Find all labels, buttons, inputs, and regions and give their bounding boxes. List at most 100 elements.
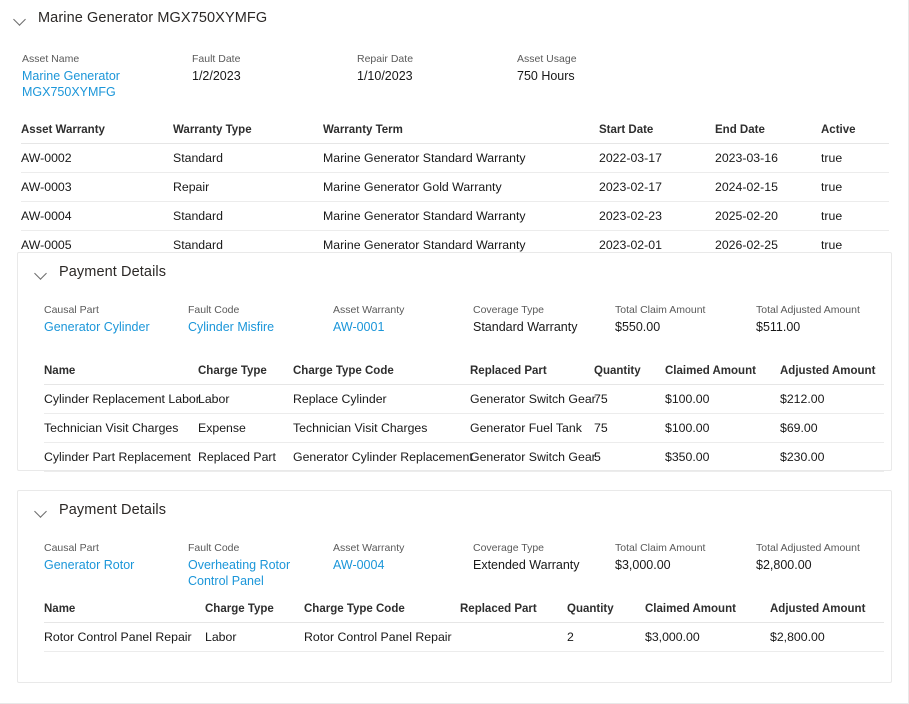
- cell-charge-type-code: Generator Cylinder Replacement: [293, 443, 470, 472]
- asset-warranty-link[interactable]: AW-0001: [333, 319, 404, 335]
- field-repair-date: Repair Date 1/10/2023: [357, 52, 413, 84]
- cell-warranty-term-link[interactable]: Marine Generator Standard Warranty: [323, 202, 599, 231]
- table-row: Cylinder Replacement Labor Labor Replace…: [44, 385, 884, 414]
- table-row: Technician Visit Charges Expense Technic…: [44, 414, 884, 443]
- payment-details-card-2: Payment Details Causal Part Generator Ro…: [17, 490, 892, 683]
- table-row: AW-0004 Standard Marine Generator Standa…: [21, 202, 889, 231]
- field-value: 750 Hours: [517, 68, 577, 84]
- payment-details-2-header[interactable]: Payment Details: [35, 502, 166, 518]
- column-header-quantity: Quantity: [594, 365, 665, 385]
- column-header-adjusted-amount: Adjusted Amount: [770, 603, 884, 623]
- field-total-adjusted-amount: Total Adjusted Amount $2,800.00: [756, 541, 860, 573]
- field-asset-warranty: Asset Warranty AW-0001: [333, 303, 404, 335]
- cell-quantity: 75: [594, 414, 665, 443]
- field-label: Causal Part: [44, 541, 134, 555]
- cell-start-date: 2023-02-23: [599, 202, 715, 231]
- cell-quantity: 75: [594, 385, 665, 414]
- field-coverage-type: Coverage Type Standard Warranty: [473, 303, 577, 335]
- chevron-down-icon[interactable]: [35, 266, 48, 279]
- field-fault-date: Fault Date 1/2/2023: [192, 52, 241, 84]
- cell-end-date: 2025-02-20: [715, 202, 821, 231]
- column-header-start-date: Start Date: [599, 124, 715, 144]
- column-header-warranty-type: Warranty Type: [173, 124, 323, 144]
- field-label: Coverage Type: [473, 303, 577, 317]
- table-row: AW-0003 Repair Marine Generator Gold War…: [21, 173, 889, 202]
- cell-asset-warranty-link[interactable]: AW-0003: [21, 173, 173, 202]
- cell-charge-type-code: Replace Cylinder: [293, 385, 470, 414]
- cell-charge-type: Labor: [205, 623, 304, 652]
- chevron-down-icon[interactable]: [14, 12, 27, 25]
- column-header-name: Name: [44, 365, 198, 385]
- cell-replaced-part: Generator Switch Gear: [470, 385, 594, 414]
- field-label: Causal Part: [44, 303, 150, 317]
- cell-warranty-term-link[interactable]: Marine Generator Gold Warranty: [323, 173, 599, 202]
- asset-warranty-link[interactable]: AW-0004: [333, 557, 404, 573]
- fault-code-link[interactable]: Cylinder Misfire: [188, 319, 274, 335]
- column-header-charge-type: Charge Type: [198, 365, 293, 385]
- cell-claimed-amount: $100.00: [665, 385, 780, 414]
- field-label: Fault Code: [188, 541, 313, 555]
- cell-adjusted-amount: $212.00: [780, 385, 884, 414]
- field-label: Total Claim Amount: [615, 303, 705, 317]
- field-value: Extended Warranty: [473, 557, 580, 573]
- column-header-name: Name: [44, 603, 205, 623]
- field-fault-code: Fault Code Cylinder Misfire: [188, 303, 274, 335]
- field-label: Total Adjusted Amount: [756, 541, 860, 555]
- column-header-claimed-amount: Claimed Amount: [665, 365, 780, 385]
- asset-warranty-table: Asset Warranty Warranty Type Warranty Te…: [21, 124, 889, 260]
- column-header-charge-type-code: Charge Type Code: [293, 365, 470, 385]
- field-total-adjusted-amount: Total Adjusted Amount $511.00: [756, 303, 860, 335]
- cell-quantity: 2: [567, 623, 645, 652]
- asset-section-header[interactable]: Marine Generator MGX750XYMFG: [14, 10, 267, 26]
- fault-code-link[interactable]: Overheating Rotor Control Panel: [188, 557, 313, 589]
- cell-name-link[interactable]: Rotor Control Panel Repair: [44, 623, 205, 652]
- field-label: Asset Warranty: [333, 303, 404, 317]
- field-value: 1/10/2023: [357, 68, 413, 84]
- cell-charge-type: Labor: [198, 385, 293, 414]
- cell-warranty-term-link[interactable]: Marine Generator Standard Warranty: [323, 144, 599, 173]
- field-asset-usage: Asset Usage 750 Hours: [517, 52, 577, 84]
- cell-name-link[interactable]: Cylinder Part Replacement: [44, 443, 198, 472]
- cell-end-date: 2024-02-15: [715, 173, 821, 202]
- field-total-claim-amount: Total Claim Amount $550.00: [615, 303, 705, 335]
- chevron-down-icon[interactable]: [35, 504, 48, 517]
- payment-details-2-title: Payment Details: [59, 502, 166, 518]
- cell-active: true: [821, 202, 889, 231]
- asset-field-group: Asset Name Marine Generator MGX750XYMFG …: [0, 52, 909, 108]
- payment-details-card-1: Payment Details Causal Part Generator Cy…: [17, 252, 892, 471]
- cell-asset-warranty-link[interactable]: AW-0002: [21, 144, 173, 173]
- field-value: $3,000.00: [615, 557, 705, 573]
- field-label: Coverage Type: [473, 541, 580, 555]
- field-fault-code: Fault Code Overheating Rotor Control Pan…: [188, 541, 313, 589]
- payment-details-1-header[interactable]: Payment Details: [35, 264, 166, 280]
- cell-active: true: [821, 173, 889, 202]
- field-value: Standard Warranty: [473, 319, 577, 335]
- cell-claimed-amount: $3,000.00: [645, 623, 770, 652]
- field-label: Asset Name: [22, 52, 142, 66]
- field-value: $550.00: [615, 319, 705, 335]
- field-label: Fault Code: [188, 303, 274, 317]
- column-header-end-date: End Date: [715, 124, 821, 144]
- cell-charge-type: Expense: [198, 414, 293, 443]
- cell-charge-type: Replaced Part: [198, 443, 293, 472]
- cell-warranty-type: Standard: [173, 202, 323, 231]
- cell-name-link[interactable]: Cylinder Replacement Labor: [44, 385, 198, 414]
- claim-detail-page: Marine Generator MGX750XYMFG Asset Name …: [0, 0, 909, 704]
- causal-part-link[interactable]: Generator Rotor: [44, 557, 134, 573]
- column-header-active: Active: [821, 124, 889, 144]
- table-header-row: Asset Warranty Warranty Type Warranty Te…: [21, 124, 889, 144]
- table-header-row: Name Charge Type Charge Type Code Replac…: [44, 603, 884, 623]
- field-coverage-type: Coverage Type Extended Warranty: [473, 541, 580, 573]
- cell-claimed-amount: $350.00: [665, 443, 780, 472]
- causal-part-link[interactable]: Generator Cylinder: [44, 319, 150, 335]
- field-asset-name: Asset Name Marine Generator MGX750XYMFG: [22, 52, 142, 100]
- cell-adjusted-amount: $2,800.00: [770, 623, 884, 652]
- cell-name-link[interactable]: Technician Visit Charges: [44, 414, 198, 443]
- field-label: Asset Usage: [517, 52, 577, 66]
- table-row: Rotor Control Panel Repair Labor Rotor C…: [44, 623, 884, 652]
- cell-start-date: 2022-03-17: [599, 144, 715, 173]
- asset-name-link[interactable]: Marine Generator MGX750XYMFG: [22, 68, 142, 100]
- cell-asset-warranty-link[interactable]: AW-0004: [21, 202, 173, 231]
- table-header-row: Name Charge Type Charge Type Code Replac…: [44, 365, 884, 385]
- cell-start-date: 2023-02-17: [599, 173, 715, 202]
